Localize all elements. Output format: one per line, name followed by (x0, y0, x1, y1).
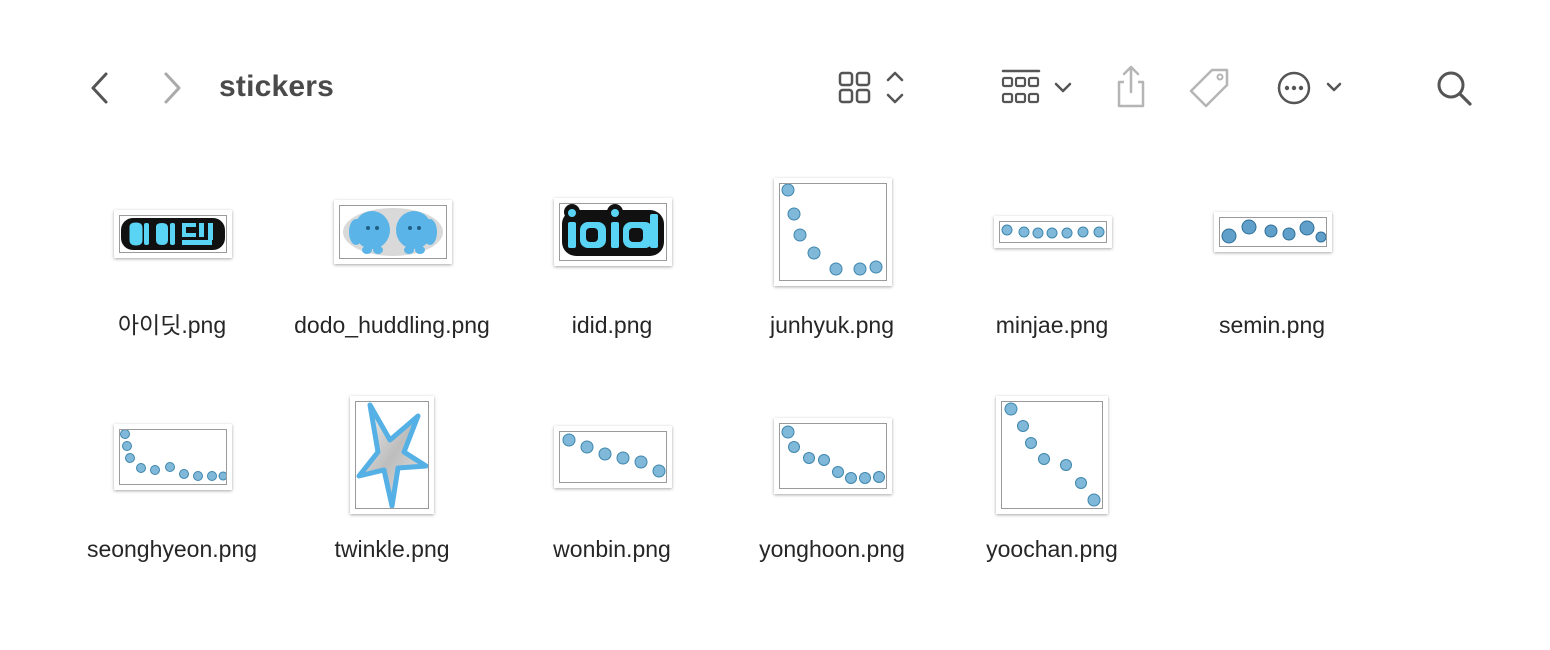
thumbnail (282, 394, 502, 534)
thumbnail (942, 394, 1162, 534)
file-item[interactable]: wonbin.png (502, 394, 722, 604)
file-name: yoochan.png (986, 536, 1118, 562)
thumbnail (1162, 170, 1382, 310)
file-name: twinkle.png (334, 536, 450, 562)
yoochan-sticker-image (1004, 402, 1101, 507)
seonghyeon-sticker-image (120, 430, 226, 481)
group-by-icon (1001, 69, 1072, 104)
file-item[interactable]: yonghoon.png (722, 394, 942, 604)
thumbnail (502, 170, 722, 310)
junhyuk-sticker-image (781, 184, 883, 276)
more-actions-button[interactable] (1272, 66, 1348, 110)
thumbnail (502, 394, 722, 534)
file-name: yonghoon.png (759, 536, 905, 562)
file-item[interactable]: seonghyeon.png (62, 394, 282, 604)
thumbnail (722, 394, 942, 534)
finder-toolbar: stickers (0, 0, 1550, 160)
share-button[interactable] (1108, 62, 1154, 112)
wonbin-sticker-image (562, 433, 666, 478)
file-name: junhyuk.png (769, 312, 895, 338)
idid-sticker-image (562, 204, 664, 256)
forward-button[interactable] (152, 66, 192, 110)
file-name: seonghyeon.png (86, 536, 258, 562)
tag-button[interactable] (1186, 64, 1234, 112)
search-button[interactable] (1430, 66, 1478, 110)
group-by-button[interactable] (996, 66, 1078, 110)
search-icon (1437, 71, 1472, 106)
semin-sticker-image (1221, 219, 1326, 244)
minjae-sticker-image (1001, 224, 1105, 239)
view-mode-button[interactable] (832, 66, 914, 110)
folder-title: stickers (219, 70, 335, 103)
file-name: 아이딧.png (117, 312, 227, 338)
chevron-left-icon (91, 72, 108, 104)
file-item[interactable]: semin.png (1162, 170, 1382, 380)
file-name: idid.png (571, 312, 653, 338)
file-name: dodo_huddling.png (294, 312, 490, 338)
chevron-right-icon (164, 72, 181, 104)
tag-icon (1189, 68, 1229, 108)
file-item[interactable]: yoochan.png (942, 394, 1162, 604)
file-item[interactable]: 아이딧.png (62, 170, 282, 380)
dodo-sticker-image (343, 208, 443, 256)
file-item[interactable]: dodo_huddling.png (282, 170, 502, 380)
file-name: minjae.png (995, 312, 1109, 338)
file-name: semin.png (1218, 312, 1326, 338)
yonghoon-sticker-image (781, 425, 885, 484)
icon-grid-view-icon (838, 71, 904, 104)
twinkle-star-image (356, 402, 428, 508)
file-item[interactable]: idid.png (502, 170, 722, 380)
file-name: wonbin.png (553, 536, 671, 562)
aidit-sticker-image (121, 218, 225, 250)
thumbnail (722, 170, 942, 310)
file-item[interactable]: minjae.png (942, 170, 1162, 380)
ellipsis-circle-icon (1277, 71, 1342, 105)
thumbnail (62, 170, 282, 310)
thumbnail (942, 170, 1162, 310)
back-button[interactable] (80, 66, 120, 110)
thumbnail (62, 394, 282, 534)
file-item[interactable]: junhyuk.png (722, 170, 942, 380)
thumbnail (282, 170, 502, 310)
share-icon (1117, 65, 1145, 108)
file-item[interactable]: twinkle.png (282, 394, 502, 604)
